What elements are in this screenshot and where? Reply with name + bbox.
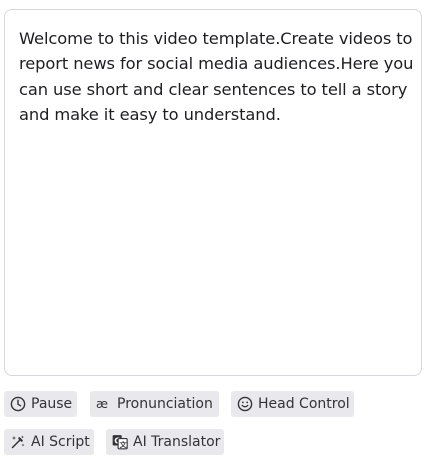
clock-icon: [10, 396, 26, 412]
head-control-label: Head Control: [258, 396, 350, 412]
ai-translator-button[interactable]: G 文 AI Translator: [106, 429, 224, 455]
magic-wand-icon: [10, 434, 26, 450]
head-control-button[interactable]: Head Control: [231, 391, 354, 417]
pronunciation-button[interactable]: æ Pronunciation: [90, 391, 219, 417]
pronunciation-label: Pronunciation: [117, 396, 213, 412]
script-text-area[interactable]: Welcome to this video template.Create vi…: [4, 9, 422, 376]
translate-icon: G 文: [112, 434, 128, 450]
pause-button[interactable]: Pause: [4, 391, 77, 417]
ai-translator-label: AI Translator: [133, 434, 221, 450]
script-text[interactable]: Welcome to this video template.Create vi…: [19, 26, 414, 127]
pause-label: Pause: [31, 396, 73, 412]
smiley-face-icon: [237, 396, 253, 412]
ae-ligature-icon: æ: [96, 396, 112, 412]
ai-script-label: AI Script: [31, 434, 90, 450]
svg-text:文: 文: [120, 440, 128, 449]
ai-script-button[interactable]: AI Script: [4, 429, 94, 455]
svg-text:æ: æ: [96, 397, 108, 411]
